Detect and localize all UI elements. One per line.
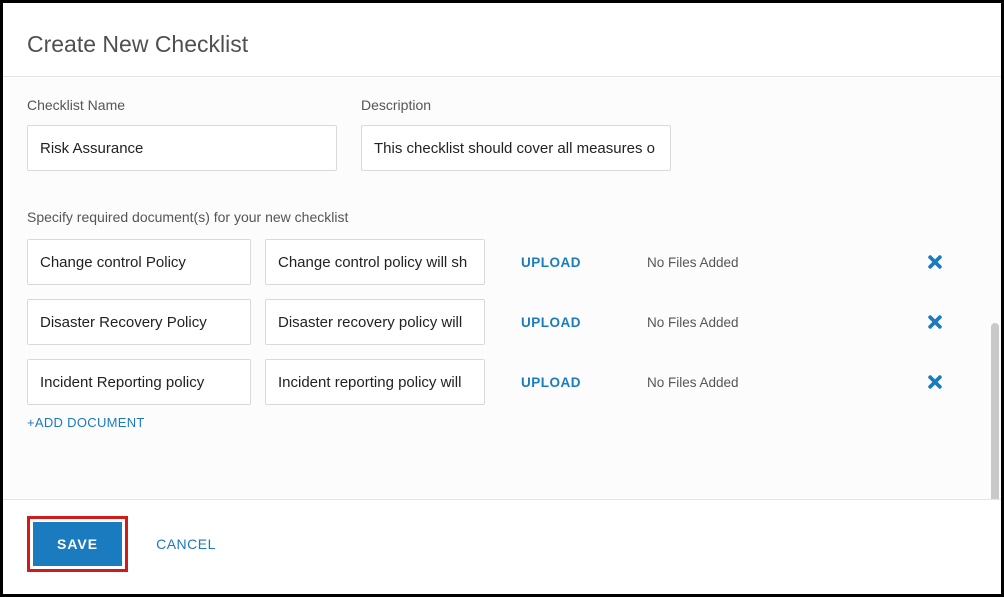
checklist-name-group: Checklist Name <box>27 97 337 171</box>
documents-section-label: Specify required document(s) for your ne… <box>27 209 977 225</box>
save-button[interactable]: SAVE <box>33 522 122 566</box>
page-title: Create New Checklist <box>27 31 977 58</box>
document-name-input[interactable] <box>27 239 251 285</box>
checklist-name-input[interactable] <box>27 125 337 171</box>
document-rows: UPLOAD No Files Added UPLOAD No Files Added… <box>27 239 977 405</box>
close-icon <box>925 312 945 332</box>
document-name-input[interactable] <box>27 359 251 405</box>
document-row: UPLOAD No Files Added <box>27 299 977 345</box>
description-label: Description <box>361 97 671 113</box>
dialog-body: Checklist Name Description Specify requi… <box>3 77 1001 499</box>
upload-button[interactable]: UPLOAD <box>521 375 581 390</box>
document-desc-input[interactable] <box>265 359 485 405</box>
remove-row-button[interactable] <box>925 372 945 392</box>
remove-row-button[interactable] <box>925 312 945 332</box>
description-group: Description <box>361 97 671 171</box>
save-highlight: SAVE <box>27 516 128 572</box>
no-files-label: No Files Added <box>647 255 739 270</box>
dialog-header: Create New Checklist <box>3 3 1001 76</box>
no-files-label: No Files Added <box>647 375 739 390</box>
checklist-name-label: Checklist Name <box>27 97 337 113</box>
document-row: UPLOAD No Files Added <box>27 239 977 285</box>
document-row: UPLOAD No Files Added <box>27 359 977 405</box>
close-icon <box>925 372 945 392</box>
upload-button[interactable]: UPLOAD <box>521 315 581 330</box>
description-input[interactable] <box>361 125 671 171</box>
document-desc-input[interactable] <box>265 239 485 285</box>
cancel-button[interactable]: CANCEL <box>156 536 216 552</box>
scrollbar-thumb[interactable] <box>991 323 999 499</box>
document-name-input[interactable] <box>27 299 251 345</box>
dialog-footer: SAVE CANCEL <box>3 499 1001 594</box>
remove-row-button[interactable] <box>925 252 945 272</box>
dialog-frame: Create New Checklist Checklist Name Desc… <box>0 0 1004 597</box>
no-files-label: No Files Added <box>647 315 739 330</box>
add-document-button[interactable]: +ADD DOCUMENT <box>27 415 977 430</box>
upload-button[interactable]: UPLOAD <box>521 255 581 270</box>
close-icon <box>925 252 945 272</box>
document-desc-input[interactable] <box>265 299 485 345</box>
